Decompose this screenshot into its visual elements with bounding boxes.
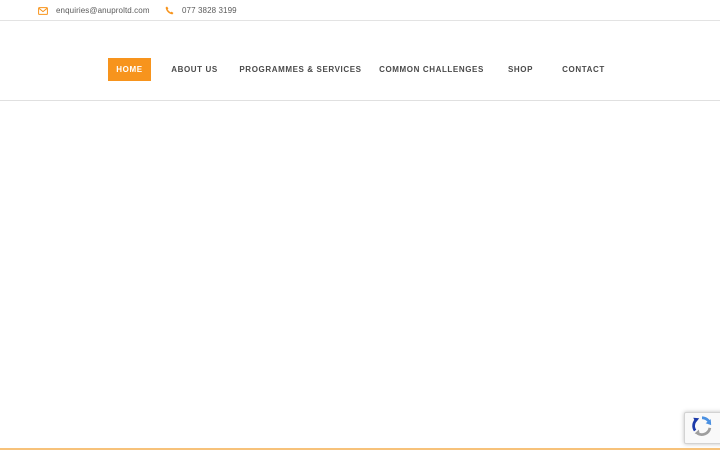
recaptcha-icon	[691, 415, 713, 442]
email-contact[interactable]: enquiries@anuproltd.com	[38, 0, 150, 21]
nav-item-programmes-services[interactable]: PROGRAMMES & SERVICES	[239, 58, 361, 81]
nav-item-about-us[interactable]: ABOUT US	[170, 58, 219, 81]
phone-icon	[164, 6, 174, 16]
nav-item-common-challenges[interactable]: COMMON CHALLENGES	[379, 58, 483, 81]
nav-item-home[interactable]: HOME	[108, 58, 151, 81]
main-navigation: HOME ABOUT US PROGRAMMES & SERVICES COMM…	[0, 21, 720, 101]
phone-text[interactable]: 077 3828 3199	[182, 6, 237, 15]
phone-contact[interactable]: 077 3828 3199	[164, 0, 237, 21]
envelope-icon	[38, 6, 48, 16]
main-content-area	[0, 101, 720, 448]
nav-item-contact[interactable]: CONTACT	[560, 58, 607, 81]
email-text[interactable]: enquiries@anuproltd.com	[56, 6, 150, 15]
nav-item-shop[interactable]: SHOP	[505, 58, 536, 81]
recaptcha-badge[interactable]	[684, 412, 720, 444]
top-contact-bar: enquiries@anuproltd.com 077 3828 3199	[0, 0, 720, 21]
